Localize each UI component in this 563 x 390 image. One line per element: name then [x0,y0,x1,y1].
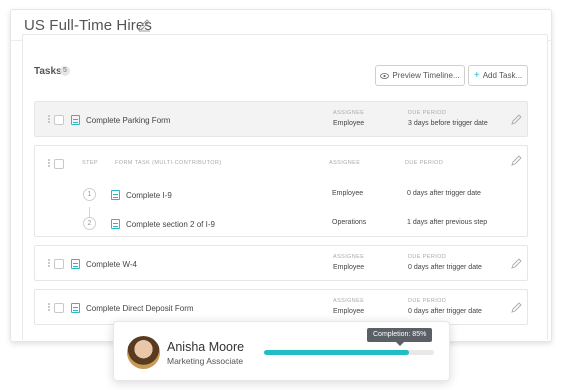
step-task-name[interactable]: Complete section 2 of I-9 [126,220,215,229]
task-checkbox[interactable] [54,259,64,269]
task-checkbox[interactable] [54,303,64,313]
due-period-label: DUE PERIOD [408,254,447,260]
step-task-name[interactable]: Complete I-9 [126,191,172,200]
multi-contributor-task-row[interactable]: STEP FORM TASK (MULTI-CONTRIBUTOR) ASSIG… [34,145,528,237]
task-row[interactable]: Complete W-4 ASSIGNEE Employee DUE PERIO… [34,245,528,281]
step-column-label: STEP [82,160,98,166]
drag-handle-icon[interactable] [48,259,52,268]
form-task-column-label: FORM TASK (MULTI-CONTRIBUTOR) [115,160,222,166]
edit-title-pencil-icon[interactable] [137,18,151,32]
step-due-period: 0 days after trigger date [407,190,481,197]
task-row[interactable]: Complete Parking Form ASSIGNEE Employee … [34,101,528,137]
assignee-label: ASSIGNEE [333,298,365,304]
edit-pencil-icon[interactable] [511,155,522,166]
preview-timeline-label: Preview Timeline... [392,71,460,80]
task-row[interactable]: Complete Direct Deposit Form ASSIGNEE Em… [34,289,528,325]
step-due-period: 1 days after previous step [407,219,488,226]
employee-role: Marketing Associate [167,356,244,366]
assignee-label: ASSIGNEE [333,110,365,116]
eye-icon [380,72,390,79]
employee-progress-card: Anisha Moore Marketing Associate Complet… [113,321,450,381]
assignee-column-label: ASSIGNEE [329,160,361,166]
assignee-value: Employee [333,264,365,271]
tasks-heading: Tasks [34,66,62,77]
document-icon [111,190,120,200]
drag-handle-icon[interactable] [48,115,52,124]
completion-tooltip: Completion: 85% [367,328,433,346]
due-period-value: 0 days after trigger date [408,308,482,315]
drag-handle-icon[interactable] [48,303,52,312]
completion-progress-fill [264,350,409,355]
document-icon [111,219,120,229]
task-name: Complete Parking Form [86,116,171,125]
document-icon [71,115,80,125]
add-task-label: Add Task... [482,71,523,80]
document-icon [71,259,80,269]
task-name: Complete Direct Deposit Form [86,304,194,313]
step-number: 1 [83,188,96,201]
due-period-column-label: DUE PERIOD [405,160,444,166]
preview-timeline-button[interactable]: Preview Timeline... [375,65,465,86]
page-title: US Full-Time Hires [24,17,152,34]
assignee-label: ASSIGNEE [333,254,365,260]
edit-pencil-icon[interactable] [511,302,522,313]
plus-icon: + [473,70,480,81]
add-task-button[interactable]: + Add Task... [468,65,528,86]
step-assignee: Operations [332,219,367,226]
assignee-value: Employee [333,120,365,127]
task-name: Complete W-4 [86,260,137,269]
due-period-value: 0 days after trigger date [408,264,482,271]
drag-handle-icon[interactable] [48,159,52,168]
task-checkbox[interactable] [54,115,64,125]
employee-name: Anisha Moore [167,340,245,354]
edit-pencil-icon[interactable] [511,258,522,269]
document-icon [71,303,80,313]
assignee-value: Employee [333,308,365,315]
edit-pencil-icon[interactable] [511,114,522,125]
completion-progress-bar [264,350,434,355]
due-period-value: 3 days before trigger date [408,120,488,127]
due-period-label: DUE PERIOD [408,110,447,116]
avatar [127,336,160,369]
tasks-count-badge: 5 [60,66,70,76]
task-checkbox[interactable] [54,159,64,169]
step-assignee: Employee [332,190,364,197]
due-period-label: DUE PERIOD [408,298,447,304]
step-number: 2 [83,217,96,230]
